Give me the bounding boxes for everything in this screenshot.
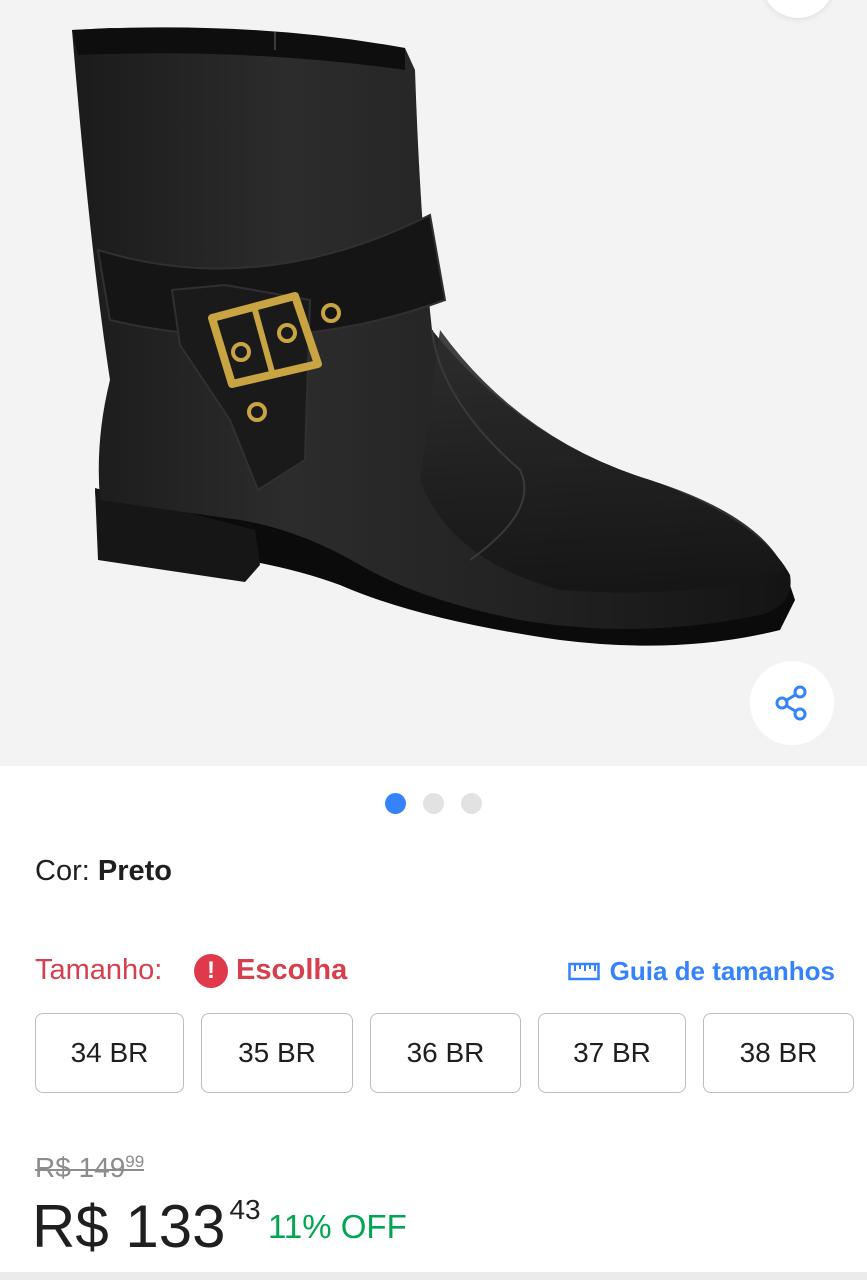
alert-icon: ! (194, 954, 228, 988)
size-label: Tamanho: (35, 954, 163, 986)
size-header: Tamanho: ! Escolha Guia de tamanhos (35, 952, 835, 992)
size-guide-link[interactable]: Guia de tamanhos (567, 956, 835, 987)
share-icon (775, 685, 807, 721)
original-price-cents: 99 (125, 1152, 145, 1171)
product-image-gallery[interactable] (0, 0, 867, 766)
size-option-36[interactable]: 36 BR (370, 1013, 521, 1093)
ruler-icon (567, 962, 600, 980)
size-status: Escolha (236, 954, 348, 986)
section-divider (0, 1272, 867, 1280)
size-option-37[interactable]: 37 BR (538, 1013, 686, 1093)
current-price-cents: 43 (229, 1194, 261, 1225)
discount-badge: 11% OFF (268, 1208, 407, 1245)
size-guide-label: Guia de tamanhos (609, 956, 835, 986)
current-price: R$ 133 43 (32, 1192, 261, 1261)
current-price-integer: R$ 133 (32, 1193, 226, 1260)
original-price: R$ 14999 (35, 1152, 145, 1184)
pagination-dot[interactable] (423, 793, 444, 814)
pagination-dot[interactable] (461, 793, 482, 814)
product-image (72, 27, 795, 646)
pagination-dot[interactable] (385, 793, 406, 814)
original-price-integer: R$ 149 (35, 1152, 126, 1183)
color-selection: Cor: Preto (35, 855, 172, 888)
color-label: Cor: (35, 855, 90, 887)
size-option-35[interactable]: 35 BR (201, 1013, 353, 1093)
size-option-38[interactable]: 38 BR (703, 1013, 854, 1093)
share-button[interactable] (750, 661, 834, 745)
size-option-34[interactable]: 34 BR (35, 1013, 184, 1093)
gallery-pagination (0, 793, 867, 815)
color-value: Preto (97, 855, 172, 887)
